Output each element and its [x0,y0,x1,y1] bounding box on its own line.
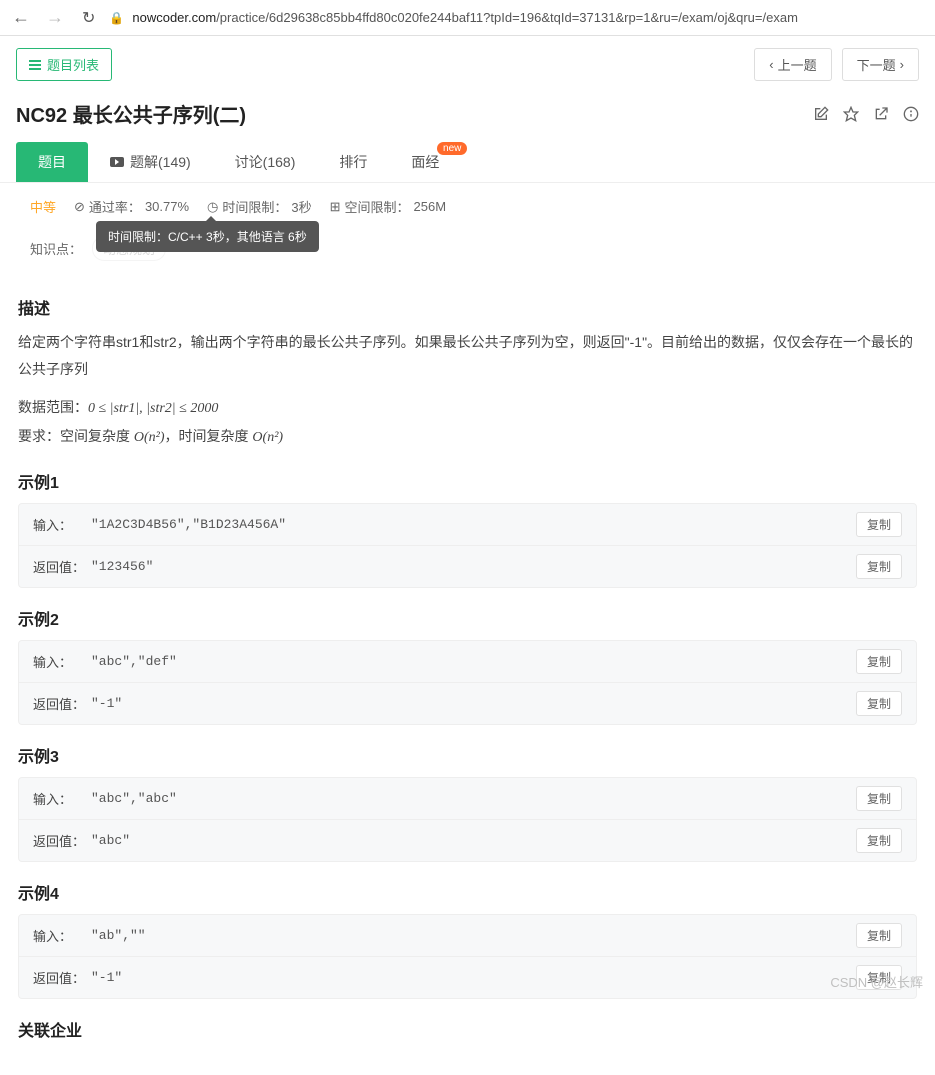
input-label: 输入： [33,515,91,534]
tab-interview[interactable]: 面经new [389,142,461,182]
url-text: nowcoder.com/practice/6d29638c85bb4ffd80… [132,10,798,25]
output-label: 返回值： [33,694,91,713]
video-icon [110,157,124,167]
chevron-left-icon: ‹ [769,57,773,72]
tab-solutions[interactable]: 题解(149) [88,142,213,182]
copy-button[interactable]: 复制 [856,828,902,853]
copy-button[interactable]: 复制 [856,923,902,948]
chip-icon: ⊞ [330,199,341,215]
knowledge-label: 知识点： [30,239,82,258]
example-output: "abc" [91,833,856,848]
browser-address-bar: ← → ↻ 🔒 nowcoder.com/practice/6d29638c85… [0,0,935,36]
description-text: 给定两个字符串str1和str2，输出两个字符串的最长公共子序列。如果最长公共子… [18,329,917,382]
time-limit: ◷时间限制：3秒 [207,197,312,216]
difficulty-badge: 中等 [30,197,56,216]
next-problem-button[interactable]: 下一题› [842,48,919,81]
data-range: 数据范围：0 ≤ |str1|, |str2| ≤ 2000要求：空间复杂度 O… [18,394,917,451]
description-heading: 描述 [18,295,917,319]
related-companies-heading: 关联企业 [18,1017,917,1041]
problem-list-button[interactable]: 题目列表 [16,48,112,81]
copy-button[interactable]: 复制 [856,649,902,674]
edit-icon[interactable] [813,106,829,122]
space-limit: ⊞空间限制：256M [330,197,446,216]
reload-icon[interactable]: ↻ [76,8,101,28]
back-icon[interactable]: ← [8,7,34,28]
clock-icon: ◷ [207,199,218,215]
forward-icon[interactable]: → [42,7,68,28]
example3-heading: 示例3 [18,743,917,767]
chevron-right-icon: › [900,57,904,72]
copy-button[interactable]: 复制 [856,512,902,537]
example-box: 输入："abc","abc"复制 返回值："abc"复制 [18,777,917,862]
example-input: "1A2C3D4B56","B1D23A456A" [91,517,856,532]
example-output: "123456" [91,559,856,574]
example4-heading: 示例4 [18,880,917,904]
example2-heading: 示例2 [18,606,917,630]
list-icon [29,60,41,70]
copy-button[interactable]: 复制 [856,786,902,811]
example-output: "-1" [91,696,856,711]
example-input: "abc","def" [91,654,856,669]
share-icon[interactable] [873,106,889,122]
output-label: 返回值： [33,831,91,850]
example-box: 输入："ab",""复制 返回值："-1"复制 [18,914,917,999]
check-icon: ⊘ [74,199,85,215]
example1-heading: 示例1 [18,469,917,493]
output-label: 返回值： [33,557,91,576]
lock-icon: 🔒 [109,11,124,25]
prev-problem-button[interactable]: ‹上一题 [754,48,831,81]
example-output: "-1" [91,970,856,985]
example-input: "ab","" [91,928,856,943]
input-label: 输入： [33,652,91,671]
output-label: 返回值： [33,968,91,987]
url-bar[interactable]: 🔒 nowcoder.com/practice/6d29638c85bb4ffd… [109,10,927,25]
star-icon[interactable] [843,106,859,122]
copy-button[interactable]: 复制 [856,554,902,579]
tab-discuss[interactable]: 讨论(168) [213,142,318,182]
time-limit-tooltip: 时间限制：C/C++ 3秒，其他语言 6秒 [96,221,319,252]
example-box: 输入："1A2C3D4B56","B1D23A456A"复制 返回值："1234… [18,503,917,588]
tab-rank[interactable]: 排行 [317,142,389,182]
pass-rate: ⊘通过率：30.77% [74,197,189,216]
new-badge: new [437,142,467,155]
input-label: 输入： [33,789,91,808]
example-input: "abc","abc" [91,791,856,806]
example-box: 输入："abc","def"复制 返回值："-1"复制 [18,640,917,725]
info-icon[interactable] [903,106,919,122]
input-label: 输入： [33,926,91,945]
tab-problem[interactable]: 题目 [16,142,88,182]
copy-button[interactable]: 复制 [856,691,902,716]
watermark: CSDN @赵长辉 [830,972,923,991]
problem-title: NC92 最长公共子序列(二) [16,99,246,128]
